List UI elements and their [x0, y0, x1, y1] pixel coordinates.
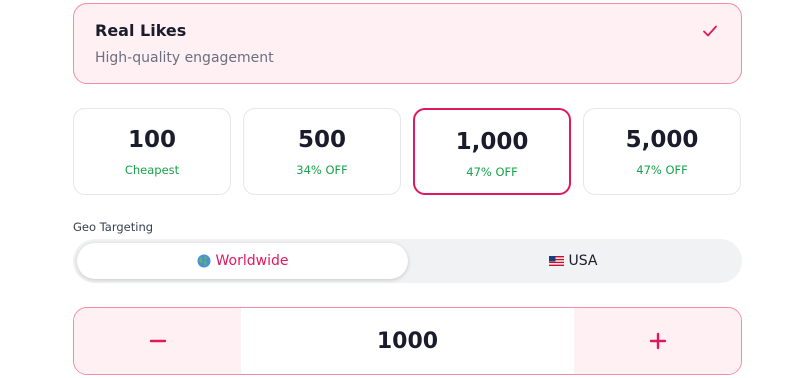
- package-amount: 5,000: [625, 127, 699, 153]
- package-note: 47% OFF: [636, 163, 688, 177]
- us-flag-icon: [548, 256, 564, 266]
- package-amount: 100: [127, 127, 176, 153]
- check-icon: [703, 25, 717, 37]
- package-note: 34% OFF: [296, 163, 348, 177]
- package-500[interactable]: 500 34% OFF: [243, 108, 401, 195]
- geo-targeting-toggle: Worldwide USA: [73, 239, 742, 283]
- package-1000[interactable]: 1,000 47% OFF: [413, 108, 571, 195]
- package-5000[interactable]: 5,000 47% OFF: [583, 108, 741, 195]
- plus-icon: [649, 332, 666, 350]
- service-title: Real Likes: [95, 21, 187, 40]
- globe-icon: [197, 254, 211, 268]
- geo-targeting-label: Geo Targeting: [73, 220, 154, 234]
- package-100[interactable]: 100 Cheapest: [73, 108, 231, 195]
- package-note: 47% OFF: [466, 165, 518, 179]
- increment-button[interactable]: [574, 308, 741, 374]
- geo-option-label: Worldwide: [215, 253, 289, 269]
- service-card-real-likes[interactable]: Real Likes High-quality engagement: [73, 3, 742, 84]
- geo-option-worldwide[interactable]: Worldwide: [77, 243, 408, 279]
- package-note: Cheapest: [124, 163, 180, 177]
- decrement-button[interactable]: [74, 308, 241, 374]
- quantity-value[interactable]: 1000: [241, 308, 574, 374]
- quantity-stepper: 1000: [73, 307, 742, 375]
- minus-icon: [149, 339, 166, 343]
- geo-option-usa[interactable]: USA: [408, 243, 738, 279]
- geo-option-label: USA: [568, 253, 598, 269]
- package-amount: 1,000: [455, 129, 529, 155]
- service-subtitle: High-quality engagement: [95, 50, 274, 66]
- package-amount: 500: [297, 127, 346, 153]
